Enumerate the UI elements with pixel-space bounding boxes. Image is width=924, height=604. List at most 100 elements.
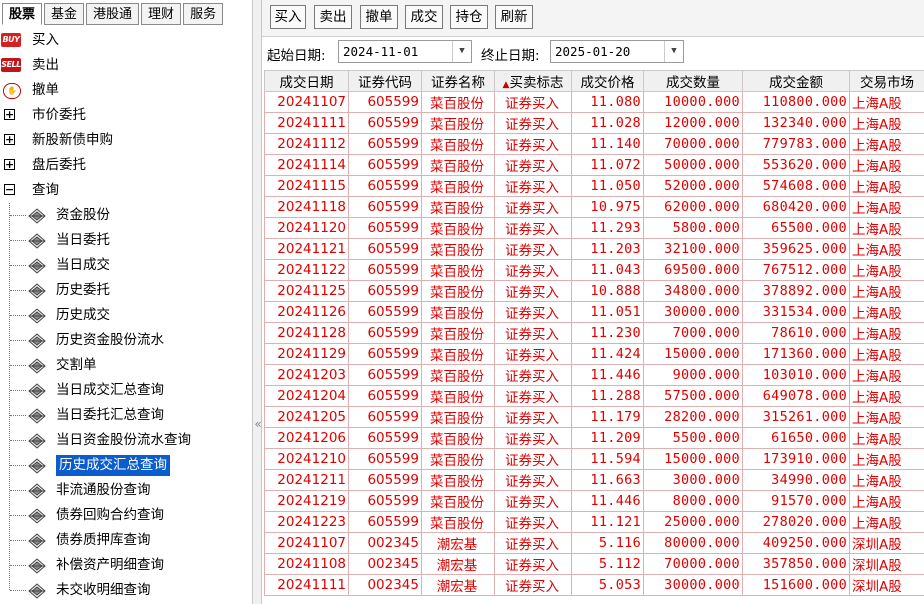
table-row[interactable]: 20241204 605599 菜百股份 证券买入 11.288 57500.000 649…	[264, 385, 924, 407]
pane-splitter[interactable]: «	[252, 0, 262, 604]
table-cell: 上海A股	[849, 511, 924, 533]
table-row[interactable]: 20241115 605599 菜百股份 证券买入 11.050 52000.000 574…	[264, 175, 924, 197]
table-cell: 91570.000	[742, 490, 850, 512]
table-cell: 605599	[348, 154, 422, 176]
table-row[interactable]: 20241205 605599 菜百股份 证券买入 11.179 28200.000 315…	[264, 406, 924, 428]
tree-item-query-9[interactable]: 当日资金股份流水查询	[0, 428, 252, 453]
tree-item-query-0[interactable]: 资金股份	[0, 203, 252, 228]
table-row[interactable]: 20241120 605599 菜百股份 证券买入 11.293 5800.000 6550…	[264, 217, 924, 239]
bond-certificate-icon	[28, 233, 46, 249]
table-cell: 20241210	[264, 448, 349, 470]
table-row[interactable]: 20241219 605599 菜百股份 证券买入 11.446 8000.000 9157…	[264, 490, 924, 512]
tree-item-label: 历史委托	[56, 282, 110, 298]
tree-item-cancel[interactable]: ✋ 撤单	[0, 78, 252, 103]
table-cell: 菜百股份	[421, 175, 495, 197]
table-row[interactable]: 20241129 605599 菜百股份 证券买入 11.424 15000.000 171…	[264, 343, 924, 365]
tab-fund[interactable]: 基金	[44, 3, 85, 25]
table-row[interactable]: 20241111 002345 潮宏基 证券买入 5.053 30000.000 15160…	[264, 574, 924, 596]
table-cell: 80000.000	[643, 532, 743, 554]
table-cell: 20241122	[264, 259, 349, 281]
table-cell: 605599	[348, 133, 422, 155]
tree-item-query-12[interactable]: 债券回购合约查询	[0, 503, 252, 528]
table-row[interactable]: 20241114 605599 菜百股份 证券买入 11.072 50000.000 553…	[264, 154, 924, 176]
table-cell: 菜百股份	[421, 91, 495, 113]
tree-connector	[10, 365, 26, 366]
tab-wealth[interactable]: 理财	[141, 3, 182, 25]
column-header-4[interactable]: 成交价格	[571, 70, 644, 92]
table-row[interactable]: 20241203 605599 菜百股份 证券买入 11.446 9000.000 1030…	[264, 364, 924, 386]
table-cell: 11.140	[571, 133, 644, 155]
column-header-0[interactable]: 成交日期	[264, 70, 349, 92]
tree-item-sell[interactable]: SELL 卖出	[0, 53, 252, 78]
expand-plus-icon[interactable]: +	[4, 159, 15, 170]
tree-item-query-13[interactable]: 债券质押库查询	[0, 528, 252, 553]
tree-item-query-8[interactable]: 当日委托汇总查询	[0, 403, 252, 428]
table-row[interactable]: 20241126 605599 菜百股份 证券买入 11.051 30000.000 331…	[264, 301, 924, 323]
table-cell: 证券买入	[494, 112, 572, 134]
start-date-input[interactable]: 2024-11-01 ▼	[338, 40, 472, 63]
tree-item-after-hours[interactable]: + 盘后委托	[0, 153, 252, 178]
table-row[interactable]: 20241112 605599 菜百股份 证券买入 11.140 70000.000 779…	[264, 133, 924, 155]
position-button[interactable]: 持仓	[450, 5, 488, 29]
tree-item-query-6[interactable]: 交割单	[0, 353, 252, 378]
table-cell: 上海A股	[849, 343, 924, 365]
refresh-button[interactable]: 刷新	[495, 5, 533, 29]
buy-button[interactable]: 买入	[270, 5, 306, 29]
table-row[interactable]: 20241108 002345 潮宏基 证券买入 5.112 70000.000 35785…	[264, 553, 924, 575]
tree-item-query-14[interactable]: 补偿资产明细查询	[0, 553, 252, 578]
column-header-2[interactable]: 证券名称	[421, 70, 495, 92]
column-header-3[interactable]: ▲买卖标志	[494, 70, 572, 92]
table-row[interactable]: 20241107 002345 潮宏基 证券买入 5.116 80000.000 40925…	[264, 532, 924, 554]
tree-item-buy[interactable]: BUY 买入	[0, 28, 252, 53]
table-row[interactable]: 20241122 605599 菜百股份 证券买入 11.043 69500.000 767…	[264, 259, 924, 281]
tree-item-query-15[interactable]: 未交收明细查询	[0, 578, 252, 603]
table-row[interactable]: 20241211 605599 菜百股份 证券买入 11.663 3000.000 3499…	[264, 469, 924, 491]
tree-item-query-4[interactable]: 历史成交	[0, 303, 252, 328]
chevron-down-icon[interactable]: ▼	[452, 41, 471, 62]
table-cell: 5.112	[571, 553, 644, 575]
column-header-6[interactable]: 成交金额	[742, 70, 850, 92]
tree-item-label: 当日委托	[56, 232, 110, 248]
tree-item-query[interactable]: − 查询	[0, 178, 252, 203]
table-row[interactable]: 20241107 605599 菜百股份 证券买入 11.080 10000.000 110…	[264, 91, 924, 113]
tab-service[interactable]: 服务	[183, 3, 224, 25]
expand-plus-icon[interactable]: +	[4, 109, 15, 120]
collapse-minus-icon[interactable]: −	[4, 184, 15, 195]
tree-item-query-7[interactable]: 当日成交汇总查询	[0, 378, 252, 403]
tree-item-market-order[interactable]: + 市价委托	[0, 103, 252, 128]
table-cell: 证券买入	[494, 574, 572, 596]
table-row[interactable]: 20241121 605599 菜百股份 证券买入 11.203 32100.000 359…	[264, 238, 924, 260]
end-date-input[interactable]: 2025-01-20 ▼	[550, 40, 684, 63]
expand-plus-icon[interactable]: +	[4, 134, 15, 145]
tree-item-query-5[interactable]: 历史资金股份流水	[0, 328, 252, 353]
table-row[interactable]: 20241128 605599 菜百股份 证券买入 11.230 7000.000 7861…	[264, 322, 924, 344]
table-row[interactable]: 20241111 605599 菜百股份 证券买入 11.028 12000.000 132…	[264, 112, 924, 134]
column-header-7[interactable]: 交易市场	[849, 70, 924, 92]
tab-hk-connect[interactable]: 港股通	[86, 3, 140, 25]
tree-item-query-2[interactable]: 当日成交	[0, 253, 252, 278]
table-row[interactable]: 20241210 605599 菜百股份 证券买入 11.594 15000.000 173…	[264, 448, 924, 470]
table-cell: 5500.000	[643, 427, 743, 449]
table-row[interactable]: 20241125 605599 菜百股份 证券买入 10.888 34800.000 378…	[264, 280, 924, 302]
tree-item-ipo[interactable]: + 新股新债申购	[0, 128, 252, 153]
tree-item-query-3[interactable]: 历史委托	[0, 278, 252, 303]
table-row[interactable]: 20241118 605599 菜百股份 证券买入 10.975 62000.000 680…	[264, 196, 924, 218]
tree-item-query-1[interactable]: 当日委托	[0, 228, 252, 253]
table-row[interactable]: 20241206 605599 菜百股份 证券买入 11.209 5500.000 6165…	[264, 427, 924, 449]
table-cell: 605599	[348, 511, 422, 533]
chevron-down-icon[interactable]: ▼	[664, 41, 683, 62]
column-header-5[interactable]: 成交数量	[643, 70, 743, 92]
table-cell: 证券买入	[494, 133, 572, 155]
sell-button[interactable]: 卖出	[314, 5, 352, 29]
tab-stock[interactable]: 股票	[2, 3, 43, 25]
deal-button[interactable]: 成交	[405, 5, 443, 29]
table-cell: 11.446	[571, 364, 644, 386]
column-header-1[interactable]: 证券代码	[348, 70, 422, 92]
table-cell: 证券买入	[494, 469, 572, 491]
tree-item-query-10[interactable]: 历史成交汇总查询	[0, 453, 252, 478]
table-row[interactable]: 20241223 605599 菜百股份 证券买入 11.121 25000.000 278…	[264, 511, 924, 533]
cancel-order-button[interactable]: 撤单	[360, 5, 398, 29]
table-cell: 菜百股份	[421, 112, 495, 134]
tree-item-query-11[interactable]: 非流通股份查询	[0, 478, 252, 503]
table-cell: 证券买入	[494, 322, 572, 344]
